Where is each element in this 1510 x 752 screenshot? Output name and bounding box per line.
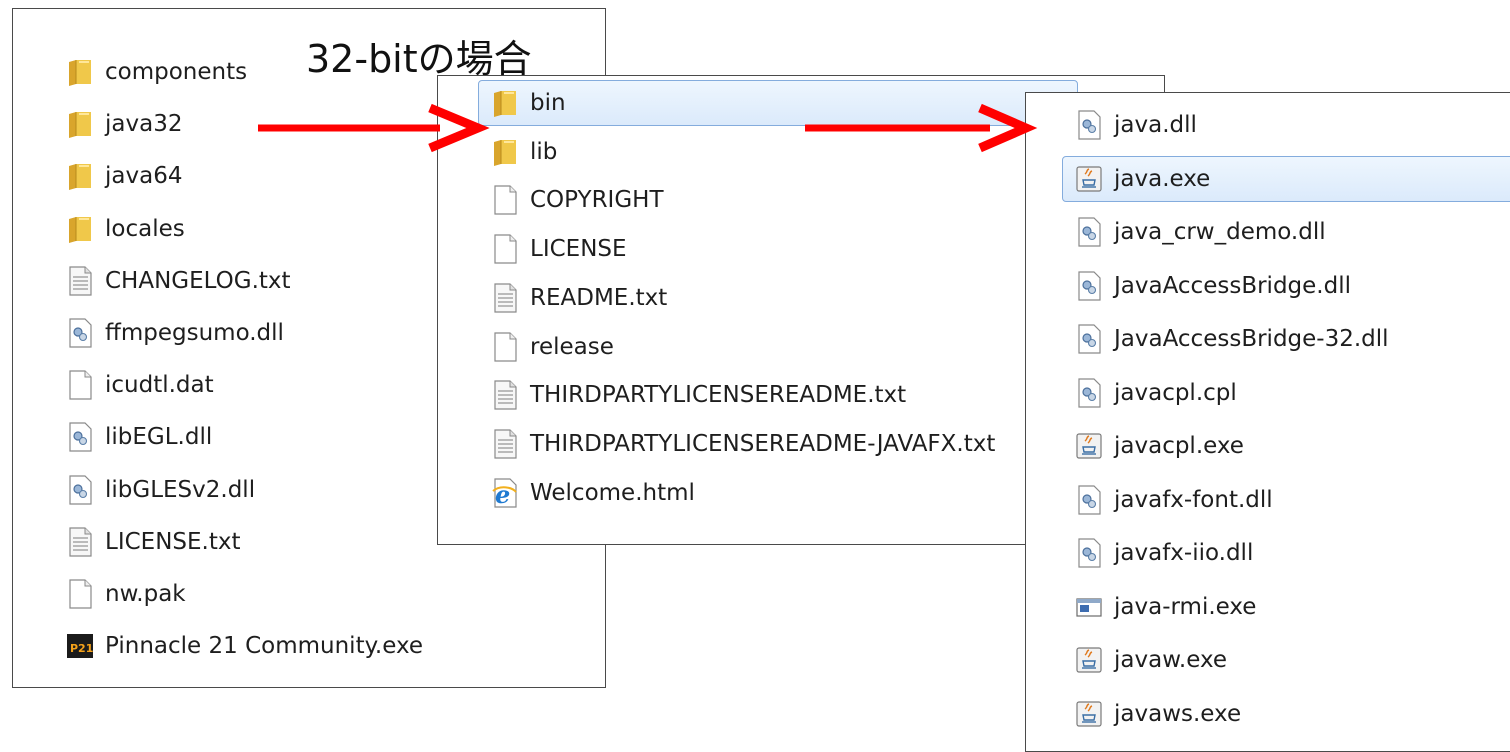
- arrow-java32-to-bin: [258, 103, 490, 153]
- annotation-title: 32-bitの場合: [306, 37, 532, 81]
- arrow-bin-to-java-exe: [805, 103, 1038, 153]
- arrows-layer: [258, 103, 1038, 153]
